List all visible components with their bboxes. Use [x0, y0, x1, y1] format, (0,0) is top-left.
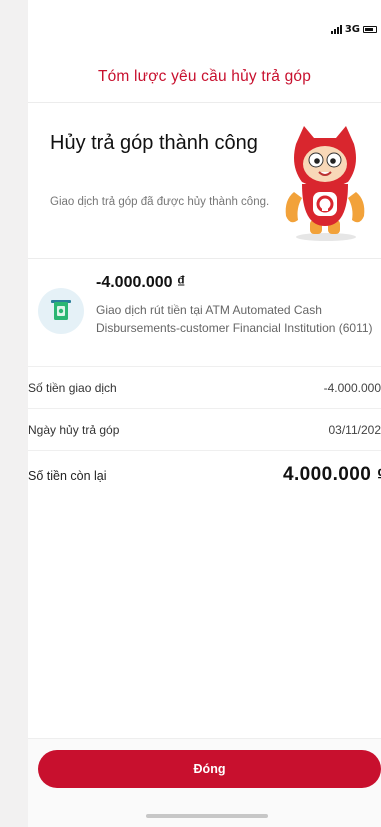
- app-screen: 3G Tóm lược yêu cầu hủy trả góp Hủy trả …: [28, 0, 381, 827]
- detail-row-date: Ngày hủy trả góp 03/11/202: [28, 408, 381, 450]
- close-button[interactable]: Đóng: [38, 750, 381, 788]
- transaction-description: Giao dịch rút tiền tại ATM Automated Cas…: [96, 303, 373, 335]
- remaining-row: Số tiền còn lại 4.000.000 ₫: [28, 450, 381, 506]
- mascot-icon: [285, 126, 365, 241]
- section-divider: [28, 258, 381, 259]
- detail-value: 03/11/202: [328, 423, 381, 437]
- detail-value: -4.000.000: [323, 381, 381, 395]
- detail-label: Ngày hủy trả góp: [28, 423, 120, 437]
- success-description: Giao dịch trả góp đã được hủy thành công…: [50, 196, 270, 208]
- signal-icon: [330, 25, 342, 34]
- network-type: 3G: [344, 24, 360, 35]
- detail-label: Số tiền giao dịch: [28, 381, 117, 395]
- status-bar: 3G: [28, 18, 381, 38]
- status-icons: 3G: [330, 24, 377, 35]
- transaction-amount: -4.000.000 ₫: [96, 274, 186, 291]
- battery-icon: [363, 26, 377, 33]
- home-indicator: [146, 814, 268, 818]
- detail-row-amount: Số tiền giao dịch -4.000.000: [28, 366, 381, 408]
- atm-cash-icon: [38, 288, 84, 334]
- success-title: Hủy trả góp thành công: [50, 132, 258, 154]
- remaining-value: 4.000.000 ₫: [283, 464, 381, 485]
- header-divider: [28, 102, 381, 103]
- page-title: Tóm lược yêu cầu hủy trả góp: [97, 68, 312, 85]
- remaining-label: Số tiền còn lại: [28, 469, 107, 483]
